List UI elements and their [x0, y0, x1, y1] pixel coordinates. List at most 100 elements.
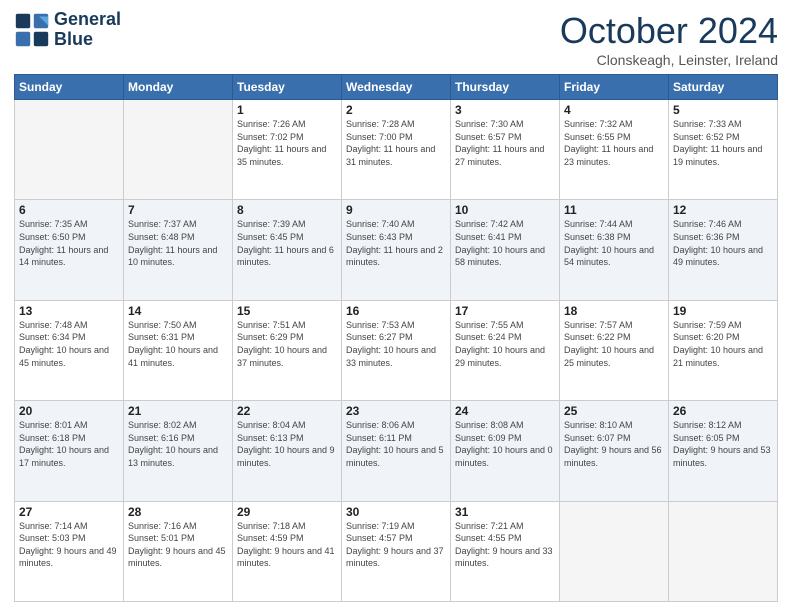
- calendar-day-cell: 31Sunrise: 7:21 AMSunset: 4:55 PMDayligh…: [451, 501, 560, 601]
- day-info: Sunrise: 8:08 AMSunset: 6:09 PMDaylight:…: [455, 419, 555, 469]
- day-info: Sunrise: 7:48 AMSunset: 6:34 PMDaylight:…: [19, 319, 119, 369]
- calendar-header-wednesday: Wednesday: [342, 75, 451, 100]
- day-number: 27: [19, 505, 119, 519]
- day-info: Sunrise: 7:39 AMSunset: 6:45 PMDaylight:…: [237, 218, 337, 268]
- calendar-day-cell: 18Sunrise: 7:57 AMSunset: 6:22 PMDayligh…: [560, 300, 669, 400]
- calendar-day-cell: 2Sunrise: 7:28 AMSunset: 7:00 PMDaylight…: [342, 100, 451, 200]
- calendar-day-cell: 29Sunrise: 7:18 AMSunset: 4:59 PMDayligh…: [233, 501, 342, 601]
- calendar-day-cell: 12Sunrise: 7:46 AMSunset: 6:36 PMDayligh…: [669, 200, 778, 300]
- calendar-day-cell: 30Sunrise: 7:19 AMSunset: 4:57 PMDayligh…: [342, 501, 451, 601]
- day-number: 9: [346, 203, 446, 217]
- day-number: 24: [455, 404, 555, 418]
- day-info: Sunrise: 7:30 AMSunset: 6:57 PMDaylight:…: [455, 118, 555, 168]
- calendar-header-friday: Friday: [560, 75, 669, 100]
- day-info: Sunrise: 7:50 AMSunset: 6:31 PMDaylight:…: [128, 319, 228, 369]
- day-number: 1: [237, 103, 337, 117]
- day-number: 11: [564, 203, 664, 217]
- logo: General Blue: [14, 10, 121, 50]
- calendar-day-cell: 25Sunrise: 8:10 AMSunset: 6:07 PMDayligh…: [560, 401, 669, 501]
- month-title: October 2024: [560, 10, 778, 52]
- calendar-day-cell: 22Sunrise: 8:04 AMSunset: 6:13 PMDayligh…: [233, 401, 342, 501]
- calendar-day-cell: 26Sunrise: 8:12 AMSunset: 6:05 PMDayligh…: [669, 401, 778, 501]
- day-info: Sunrise: 7:32 AMSunset: 6:55 PMDaylight:…: [564, 118, 664, 168]
- day-number: 6: [19, 203, 119, 217]
- calendar-day-cell: 24Sunrise: 8:08 AMSunset: 6:09 PMDayligh…: [451, 401, 560, 501]
- day-number: 30: [346, 505, 446, 519]
- day-info: Sunrise: 8:06 AMSunset: 6:11 PMDaylight:…: [346, 419, 446, 469]
- day-info: Sunrise: 8:01 AMSunset: 6:18 PMDaylight:…: [19, 419, 119, 469]
- calendar-day-cell: 13Sunrise: 7:48 AMSunset: 6:34 PMDayligh…: [15, 300, 124, 400]
- day-info: Sunrise: 7:55 AMSunset: 6:24 PMDaylight:…: [455, 319, 555, 369]
- calendar-header-sunday: Sunday: [15, 75, 124, 100]
- calendar-day-cell: 3Sunrise: 7:30 AMSunset: 6:57 PMDaylight…: [451, 100, 560, 200]
- calendar-week-row: 13Sunrise: 7:48 AMSunset: 6:34 PMDayligh…: [15, 300, 778, 400]
- day-info: Sunrise: 7:42 AMSunset: 6:41 PMDaylight:…: [455, 218, 555, 268]
- calendar-day-cell: 9Sunrise: 7:40 AMSunset: 6:43 PMDaylight…: [342, 200, 451, 300]
- calendar-day-cell: [560, 501, 669, 601]
- day-number: 23: [346, 404, 446, 418]
- day-info: Sunrise: 7:35 AMSunset: 6:50 PMDaylight:…: [19, 218, 119, 268]
- calendar-day-cell: 10Sunrise: 7:42 AMSunset: 6:41 PMDayligh…: [451, 200, 560, 300]
- day-info: Sunrise: 8:02 AMSunset: 6:16 PMDaylight:…: [128, 419, 228, 469]
- calendar-table: SundayMondayTuesdayWednesdayThursdayFrid…: [14, 74, 778, 602]
- calendar-day-cell: 19Sunrise: 7:59 AMSunset: 6:20 PMDayligh…: [669, 300, 778, 400]
- calendar-day-cell: 6Sunrise: 7:35 AMSunset: 6:50 PMDaylight…: [15, 200, 124, 300]
- day-number: 17: [455, 304, 555, 318]
- calendar-week-row: 20Sunrise: 8:01 AMSunset: 6:18 PMDayligh…: [15, 401, 778, 501]
- calendar-day-cell: 20Sunrise: 8:01 AMSunset: 6:18 PMDayligh…: [15, 401, 124, 501]
- calendar-day-cell: 27Sunrise: 7:14 AMSunset: 5:03 PMDayligh…: [15, 501, 124, 601]
- calendar-header-saturday: Saturday: [669, 75, 778, 100]
- day-info: Sunrise: 7:53 AMSunset: 6:27 PMDaylight:…: [346, 319, 446, 369]
- calendar-day-cell: 16Sunrise: 7:53 AMSunset: 6:27 PMDayligh…: [342, 300, 451, 400]
- day-number: 16: [346, 304, 446, 318]
- calendar-header-tuesday: Tuesday: [233, 75, 342, 100]
- subtitle: Clonskeagh, Leinster, Ireland: [560, 52, 778, 68]
- calendar-day-cell: 14Sunrise: 7:50 AMSunset: 6:31 PMDayligh…: [124, 300, 233, 400]
- day-number: 28: [128, 505, 228, 519]
- day-info: Sunrise: 7:19 AMSunset: 4:57 PMDaylight:…: [346, 520, 446, 570]
- day-info: Sunrise: 7:28 AMSunset: 7:00 PMDaylight:…: [346, 118, 446, 168]
- day-number: 22: [237, 404, 337, 418]
- day-number: 14: [128, 304, 228, 318]
- title-block: October 2024 Clonskeagh, Leinster, Irela…: [560, 10, 778, 68]
- calendar-day-cell: 17Sunrise: 7:55 AMSunset: 6:24 PMDayligh…: [451, 300, 560, 400]
- day-number: 13: [19, 304, 119, 318]
- day-info: Sunrise: 7:26 AMSunset: 7:02 PMDaylight:…: [237, 118, 337, 168]
- day-info: Sunrise: 7:14 AMSunset: 5:03 PMDaylight:…: [19, 520, 119, 570]
- day-info: Sunrise: 7:16 AMSunset: 5:01 PMDaylight:…: [128, 520, 228, 570]
- day-info: Sunrise: 7:33 AMSunset: 6:52 PMDaylight:…: [673, 118, 773, 168]
- day-number: 25: [564, 404, 664, 418]
- calendar-day-cell: 4Sunrise: 7:32 AMSunset: 6:55 PMDaylight…: [560, 100, 669, 200]
- calendar-day-cell: 23Sunrise: 8:06 AMSunset: 6:11 PMDayligh…: [342, 401, 451, 501]
- day-number: 18: [564, 304, 664, 318]
- day-number: 10: [455, 203, 555, 217]
- day-number: 12: [673, 203, 773, 217]
- day-info: Sunrise: 8:12 AMSunset: 6:05 PMDaylight:…: [673, 419, 773, 469]
- logo-text: General Blue: [54, 10, 121, 50]
- day-number: 26: [673, 404, 773, 418]
- day-number: 7: [128, 203, 228, 217]
- day-info: Sunrise: 7:57 AMSunset: 6:22 PMDaylight:…: [564, 319, 664, 369]
- day-info: Sunrise: 7:37 AMSunset: 6:48 PMDaylight:…: [128, 218, 228, 268]
- day-info: Sunrise: 7:18 AMSunset: 4:59 PMDaylight:…: [237, 520, 337, 570]
- day-number: 5: [673, 103, 773, 117]
- day-number: 29: [237, 505, 337, 519]
- day-number: 20: [19, 404, 119, 418]
- page: General Blue October 2024 Clonskeagh, Le…: [0, 0, 792, 612]
- calendar-day-cell: 11Sunrise: 7:44 AMSunset: 6:38 PMDayligh…: [560, 200, 669, 300]
- day-number: 31: [455, 505, 555, 519]
- day-number: 2: [346, 103, 446, 117]
- day-info: Sunrise: 8:10 AMSunset: 6:07 PMDaylight:…: [564, 419, 664, 469]
- calendar-day-cell: 8Sunrise: 7:39 AMSunset: 6:45 PMDaylight…: [233, 200, 342, 300]
- day-number: 8: [237, 203, 337, 217]
- logo-icon: [14, 12, 50, 48]
- day-info: Sunrise: 8:04 AMSunset: 6:13 PMDaylight:…: [237, 419, 337, 469]
- calendar-day-cell: 1Sunrise: 7:26 AMSunset: 7:02 PMDaylight…: [233, 100, 342, 200]
- day-info: Sunrise: 7:59 AMSunset: 6:20 PMDaylight:…: [673, 319, 773, 369]
- calendar-day-cell: [124, 100, 233, 200]
- calendar-day-cell: 5Sunrise: 7:33 AMSunset: 6:52 PMDaylight…: [669, 100, 778, 200]
- day-info: Sunrise: 7:51 AMSunset: 6:29 PMDaylight:…: [237, 319, 337, 369]
- calendar-header-monday: Monday: [124, 75, 233, 100]
- calendar-week-row: 6Sunrise: 7:35 AMSunset: 6:50 PMDaylight…: [15, 200, 778, 300]
- calendar-day-cell: 15Sunrise: 7:51 AMSunset: 6:29 PMDayligh…: [233, 300, 342, 400]
